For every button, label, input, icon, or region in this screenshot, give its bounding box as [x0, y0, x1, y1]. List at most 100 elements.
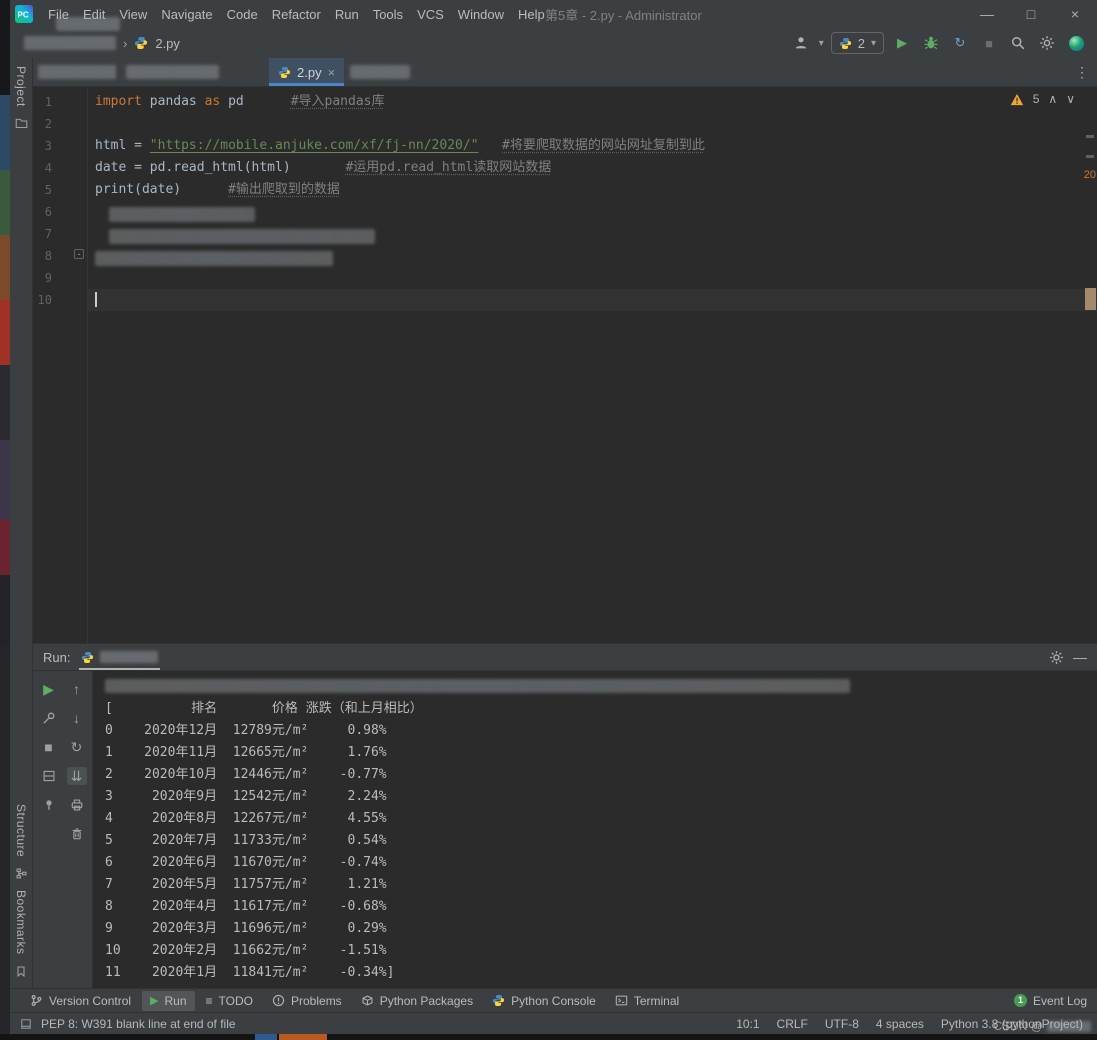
scrollbar-mark[interactable] — [1086, 155, 1094, 158]
run-config-combo[interactable]: 2 ▾ — [831, 32, 884, 54]
main-toolbar: › 2.py ▾ 2 ▾ ▶ ↻ ■ — [10, 28, 1097, 58]
line-number: 1 — [36, 91, 52, 113]
up-stack-button[interactable]: ↑ — [67, 680, 87, 698]
watermark: CSDN @ — [993, 1019, 1091, 1033]
run-button[interactable]: ▶ — [891, 32, 913, 54]
gutter[interactable]: 12345678910 - — [33, 87, 88, 643]
bookmarks-icon[interactable] — [15, 965, 27, 978]
tool-tab-python-packages[interactable]: Python Packages — [353, 991, 481, 1011]
menu-item[interactable]: Navigate — [154, 3, 219, 26]
console-settings-wrench-icon[interactable] — [39, 709, 59, 727]
maximize-button[interactable]: □ — [1009, 0, 1053, 28]
code-string-url[interactable]: "https://mobile.anjuke.com/xf/fj-nn/2020… — [150, 138, 479, 153]
caret-position[interactable]: 10:1 — [736, 1017, 759, 1031]
scroll-to-end-button[interactable]: ⇊ — [67, 767, 87, 785]
left-tool-strip: Project Structure Bookmarks — [10, 58, 33, 988]
line-number: 3 — [36, 135, 52, 157]
editor-scrollbar[interactable]: 20 — [1083, 87, 1097, 643]
window-title: 第5章 - 2.py - Administrator — [545, 5, 702, 24]
console-line: [ 排名 价格 涨跌（和上月相比） — [105, 698, 1097, 720]
warning-count[interactable]: 5 — [1033, 92, 1040, 106]
tab-overflow-icon[interactable]: ⋮ — [1075, 64, 1089, 81]
breadcrumb-file[interactable]: 2.py — [155, 36, 180, 51]
title-bar: PC FileEditViewNavigateCodeRefactorRunTo… — [10, 0, 1097, 28]
clear-console-button[interactable] — [67, 825, 87, 843]
code-line-10 — [88, 289, 1097, 311]
editor-tab-active[interactable]: 2.py × — [269, 58, 344, 86]
minimize-button[interactable]: — — [965, 0, 1009, 28]
tab-close-icon[interactable]: × — [328, 65, 336, 80]
prev-warning-button[interactable]: ∧ — [1048, 92, 1057, 106]
svg-text:PC: PC — [18, 11, 29, 20]
search-icon[interactable] — [1007, 32, 1029, 54]
code-comment: #运用pd.read_html读取网站数据 — [345, 160, 551, 175]
user-dropdown-caret[interactable]: ▾ — [819, 38, 824, 49]
console-line: 7 2020年5月 11757元/m² 1.21% — [105, 874, 1097, 896]
problems-icon — [272, 994, 285, 1007]
indent-style[interactable]: 4 spaces — [876, 1017, 924, 1031]
split-console-button[interactable] — [39, 767, 59, 785]
debug-button[interactable] — [920, 32, 942, 54]
menu-item[interactable]: Window — [451, 3, 511, 26]
tool-tab-terminal[interactable]: Terminal — [607, 991, 687, 1011]
line-separator[interactable]: CRLF — [777, 1017, 808, 1031]
coverage-button[interactable]: ↻ — [949, 32, 971, 54]
menu-item[interactable]: Refactor — [265, 3, 328, 26]
wallpaper-segment — [0, 235, 10, 300]
python-file-icon — [134, 36, 148, 50]
tool-tab-todo[interactable]: ≡ TODO — [198, 991, 261, 1011]
fold-marker-icon[interactable]: - — [74, 249, 84, 259]
structure-icon[interactable] — [15, 867, 28, 880]
status-message: PEP 8: W391 blank line at end of file — [41, 1017, 236, 1031]
settings-gear-icon[interactable] — [1036, 32, 1058, 54]
project-tool-label[interactable]: Project — [14, 66, 28, 107]
menu-item[interactable]: Code — [220, 3, 265, 26]
run-settings-gear-icon[interactable] — [1049, 650, 1064, 665]
rerun-button[interactable]: ▶ — [39, 680, 59, 698]
console-line: 2 2020年10月 12446元/m² -0.77% — [105, 764, 1097, 786]
line-number: 10 — [36, 289, 52, 311]
user-icon[interactable] — [790, 32, 812, 54]
tab-redaction — [38, 65, 116, 79]
code-line-8 — [88, 245, 1097, 267]
next-warning-button[interactable]: ∨ — [1066, 92, 1075, 106]
code-area[interactable]: import pandas as pd #导入pandas库 html = "h… — [88, 87, 1097, 643]
restore-layout-button[interactable]: ↻ — [67, 738, 87, 756]
down-stack-button[interactable]: ↓ — [67, 709, 87, 727]
wallpaper-segment — [0, 575, 10, 645]
pycharm-window: PC FileEditViewNavigateCodeRefactorRunTo… — [10, 0, 1097, 1034]
file-encoding[interactable]: UTF-8 — [825, 1017, 859, 1031]
profiler-sphere-icon[interactable] — [1065, 32, 1087, 54]
code-line-5: print(date) #输出爬取到的数据 — [88, 179, 1097, 201]
scrollbar-mark[interactable] — [1086, 135, 1094, 138]
console-line: 9 2020年3月 11696元/m² 0.29% — [105, 918, 1097, 940]
menu-item[interactable]: VCS — [410, 3, 451, 26]
console-line: 4 2020年8月 12267元/m² 4.55% — [105, 808, 1097, 830]
wallpaper-segment — [0, 0, 10, 95]
run-panel-label: Run: — [43, 650, 70, 665]
structure-tool-label[interactable]: Structure — [14, 804, 28, 857]
print-button[interactable] — [67, 796, 87, 814]
status-window-icon[interactable] — [20, 1018, 32, 1030]
run-minimize-icon[interactable]: — — [1073, 649, 1087, 665]
editor[interactable]: 12345678910 - import pandas as pd #导入pan… — [33, 87, 1097, 643]
wallpaper-segment — [0, 645, 10, 1040]
todo-icon: ≡ — [206, 994, 213, 1008]
close-button[interactable]: × — [1053, 0, 1097, 28]
console-line: 6 2020年6月 11670元/m² -0.74% — [105, 852, 1097, 874]
console-output[interactable]: [ 排名 价格 涨跌（和上月相比）0 2020年12月 12789元/m² 0.… — [93, 671, 1097, 988]
project-folder-icon[interactable] — [15, 117, 28, 129]
bookmarks-tool-label[interactable]: Bookmarks — [14, 890, 28, 955]
run-tab[interactable] — [79, 644, 160, 670]
menu-item[interactable]: Run — [328, 3, 366, 26]
tool-tab-run[interactable]: ▶ Run — [142, 991, 194, 1011]
tool-tab-python-console[interactable]: Python Console — [484, 991, 604, 1011]
scrollbar-thumb[interactable] — [1085, 288, 1096, 310]
pin-button[interactable] — [39, 796, 59, 814]
tool-tab-version-control[interactable]: Version Control — [22, 991, 139, 1011]
menu-item[interactable]: Tools — [366, 3, 410, 26]
tool-tab-problems[interactable]: Problems — [264, 991, 350, 1011]
terminal-icon — [615, 994, 628, 1007]
event-log[interactable]: 1 Event Log — [1014, 994, 1087, 1008]
code-keyword: as — [205, 94, 221, 109]
